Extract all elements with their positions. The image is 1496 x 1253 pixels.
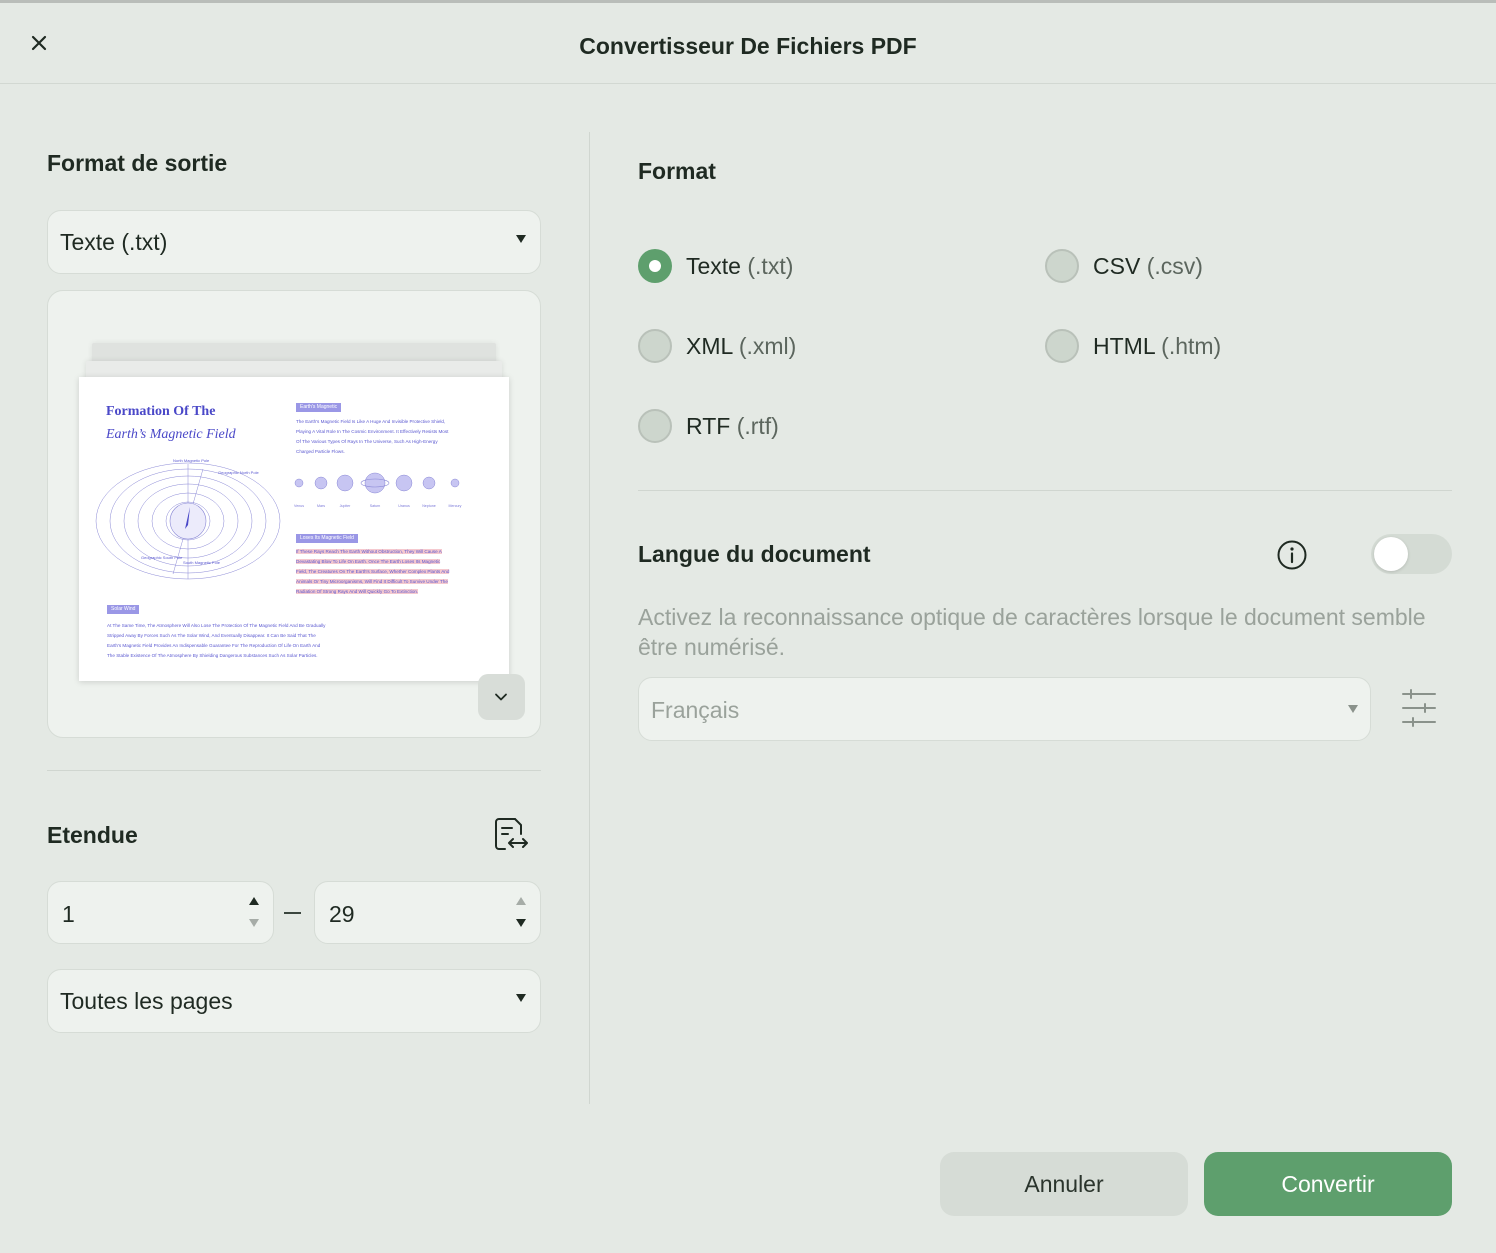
format-name: HTML xyxy=(1093,333,1155,359)
svg-text:Neptune: Neptune xyxy=(422,504,436,508)
planets-diagram: Venus Mars Jupiter Saturn Uranus Neptune… xyxy=(294,472,462,508)
range-to-value: 29 xyxy=(329,901,355,927)
format-ext: (.csv) xyxy=(1146,253,1203,279)
convert-button[interactable]: Convertir xyxy=(1204,1152,1452,1216)
sliders-icon[interactable] xyxy=(1401,688,1437,728)
format-ext: (.txt) xyxy=(747,253,794,279)
pages-select[interactable]: Toutes les pages xyxy=(47,969,541,1033)
svg-text:Mars: Mars xyxy=(317,504,325,508)
chevron-down-icon xyxy=(495,693,507,701)
format-name: Texte xyxy=(686,253,741,279)
column-divider xyxy=(589,132,590,1104)
pages-select-value: Toutes les pages xyxy=(60,988,233,1014)
dialog-header: Convertisseur De Fichiers PDF xyxy=(0,3,1496,84)
caret-down-icon xyxy=(516,235,526,243)
radio-selected-icon xyxy=(638,249,672,283)
ocr-description: Activez la reconnaissance optique de car… xyxy=(638,604,1426,660)
caret-down-icon xyxy=(1348,705,1358,713)
preview-paragraph: At The Same Time, The Atmosphere Will Al… xyxy=(107,623,326,658)
document-preview: Formation Of The Earth’s Magnetic Field … xyxy=(47,290,541,738)
label-geographic-south: Geographic South Pole xyxy=(141,555,183,560)
format-name: RTF xyxy=(686,413,731,439)
cancel-button[interactable]: Annuler xyxy=(940,1152,1188,1216)
decrement-icon[interactable] xyxy=(249,919,259,927)
range-title: Etendue xyxy=(47,822,138,848)
svg-text:Jupiter: Jupiter xyxy=(340,504,352,508)
planet-labels: Venus Mars Jupiter Saturn Uranus Neptune… xyxy=(294,504,462,508)
increment-icon[interactable] xyxy=(516,897,526,905)
magnetic-field-diagram: North Magnetic Pole Geographic North Pol… xyxy=(95,458,281,580)
preview-paragraph: The Earth's Magnetic Field Is Like A Hug… xyxy=(296,419,449,454)
decrement-icon[interactable] xyxy=(516,919,526,927)
output-format-value: Texte (.txt) xyxy=(60,229,168,255)
format-name: CSV xyxy=(1093,253,1141,279)
svg-text:Saturn: Saturn xyxy=(370,504,381,508)
dialog-title: Convertisseur De Fichiers PDF xyxy=(579,33,917,59)
format-ext: (.rtf) xyxy=(736,413,779,439)
format-title: Format xyxy=(638,158,716,184)
format-ext: (.xml) xyxy=(738,333,797,359)
right-panel: Format Texte (.txt) CSV (.csv) XML (.xml… xyxy=(638,84,1452,1104)
output-format-title: Format de sortie xyxy=(47,150,228,176)
preview-title-line1: Formation Of The xyxy=(106,404,216,419)
svg-text:Venus: Venus xyxy=(294,504,304,508)
preview-page: Formation Of The Earth’s Magnetic Field … xyxy=(79,377,509,681)
range-separator xyxy=(284,912,301,914)
info-icon[interactable] xyxy=(1276,539,1308,571)
document-swap-icon[interactable] xyxy=(491,814,531,854)
radio-unselected-icon xyxy=(638,329,672,363)
format-name: XML xyxy=(686,333,733,359)
label-north-magnetic: North Magnetic Pole xyxy=(173,458,210,463)
expand-preview-button[interactable] xyxy=(478,674,525,720)
divider xyxy=(638,490,1452,491)
left-panel: Format de sortie Texte (.txt) Formation … xyxy=(47,84,541,1104)
preview-tag: Earth's Magnetic xyxy=(296,403,342,412)
range-from-value: 1 xyxy=(62,901,75,927)
svg-text:Uranus: Uranus xyxy=(398,504,410,508)
preview-tag: Solar Wind xyxy=(107,605,140,614)
radio-unselected-icon xyxy=(1045,329,1079,363)
preview-paragraph-highlighted: If These Rays Reach The Earth Without Ob… xyxy=(296,549,450,594)
label-geographic-north: Geographic North Pole xyxy=(218,470,259,475)
preview-title-line2: Earth’s Magnetic Field xyxy=(106,427,236,442)
increment-icon[interactable] xyxy=(249,897,259,905)
range-from-stepper[interactable]: 1 xyxy=(47,881,274,944)
ocr-toggle[interactable] xyxy=(1371,534,1452,574)
output-format-select[interactable]: Texte (.txt) xyxy=(47,210,541,274)
svg-text:Mercury: Mercury xyxy=(449,504,462,508)
preview-tag: Loses Its Magnetic Field xyxy=(296,534,358,543)
toggle-knob xyxy=(1374,537,1408,571)
label-south-magnetic: South Magnetic Pole xyxy=(183,560,221,565)
language-select[interactable]: Français xyxy=(638,677,1371,741)
language-select-value: Français xyxy=(651,697,740,723)
range-to-stepper[interactable]: 29 xyxy=(314,881,541,944)
radio-unselected-icon xyxy=(638,409,672,443)
language-title: Langue du document xyxy=(638,541,871,567)
format-ext: (.htm) xyxy=(1161,333,1222,359)
divider xyxy=(47,770,541,771)
radio-unselected-icon xyxy=(1045,249,1079,283)
caret-down-icon xyxy=(516,994,526,1002)
